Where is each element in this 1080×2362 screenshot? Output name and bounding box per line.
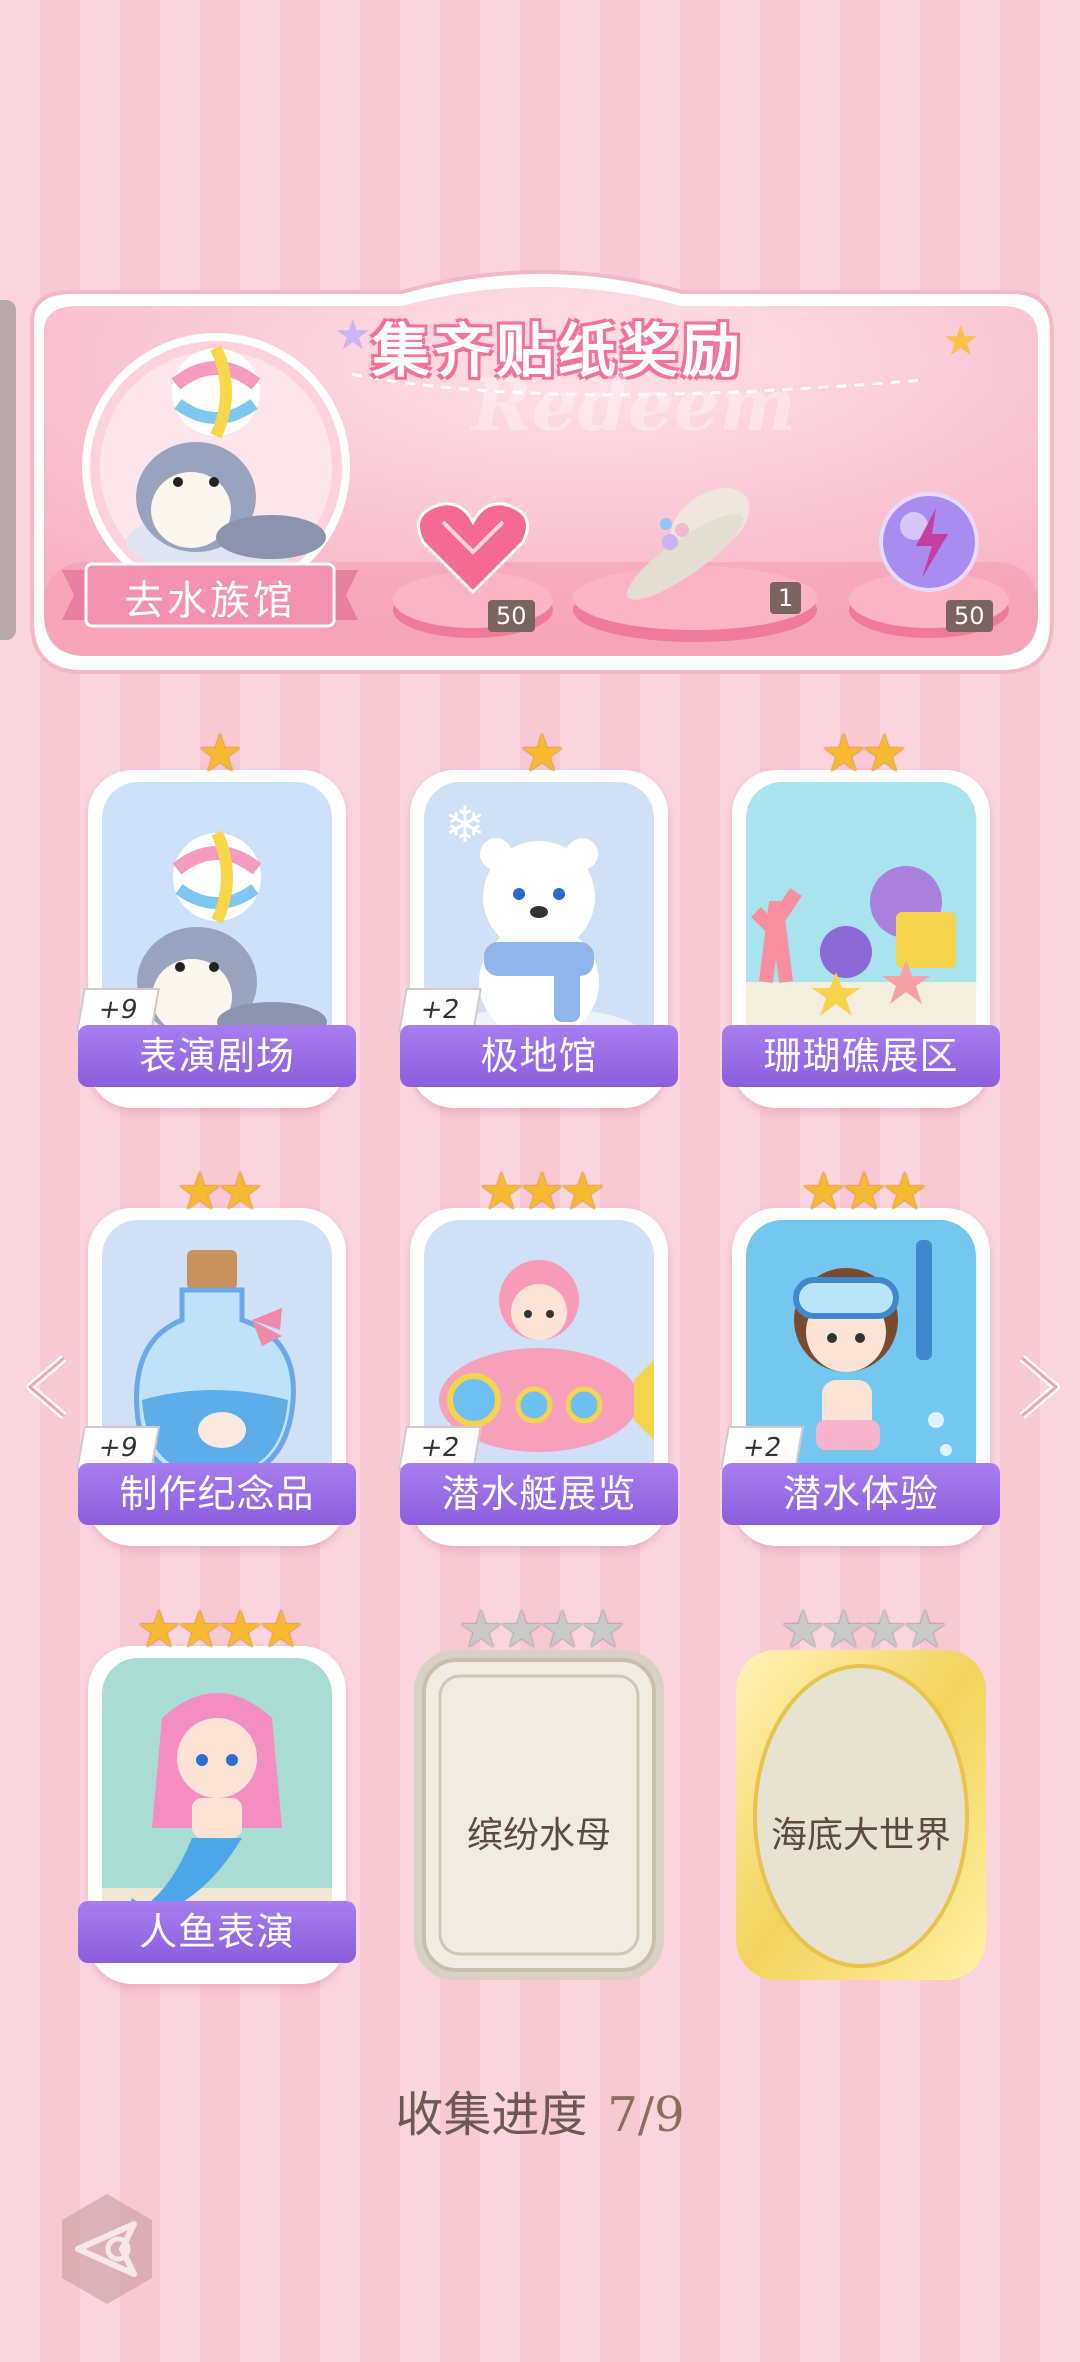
star-rating: ★ xyxy=(88,728,346,780)
star-rating: ★★★★ xyxy=(88,1604,346,1656)
star-icon: ★ xyxy=(861,724,908,784)
side-drawer-tab[interactable] xyxy=(0,300,16,640)
aquarium-button-label: 去水族馆 xyxy=(124,578,296,624)
sticker-card-performance-theater[interactable]: +9 表演剧场 ★ xyxy=(76,728,356,1110)
star-icon: ★ xyxy=(176,1162,223,1222)
star-icon: ★ xyxy=(217,1162,264,1222)
star-icon: ★ xyxy=(559,1162,606,1222)
star-icon: ★ xyxy=(800,1162,847,1222)
star-icon: ★ xyxy=(478,1162,525,1222)
star-icon: ★ xyxy=(257,1600,305,1660)
purple-star-icon: ★ xyxy=(334,310,372,359)
star-rating: ★ xyxy=(410,728,668,780)
card-label: 制作纪念品 xyxy=(78,1463,356,1525)
star-rating: ★★★★ xyxy=(410,1604,668,1656)
reward-count: 50 xyxy=(946,600,993,632)
reward-item[interactable]: 1 xyxy=(570,442,820,642)
star-icon: ★ xyxy=(217,1600,264,1660)
previous-page-arrow-icon[interactable] xyxy=(22,1352,72,1422)
star-rating: ★★★ xyxy=(410,1166,668,1218)
progress-value: 7/9 xyxy=(607,2087,685,2143)
sticker-card-make-souvenir[interactable]: +9 制作纪念品 ★★ xyxy=(76,1166,356,1548)
star-icon: ★ xyxy=(135,1600,183,1660)
empty-star-icon: ★ xyxy=(579,1600,627,1660)
star-rating: ★★★★ xyxy=(732,1604,990,1656)
reward-item[interactable]: 50 xyxy=(388,482,558,642)
coral-reef-icon xyxy=(746,782,976,1062)
empty-star-icon: ★ xyxy=(861,1600,908,1660)
empty-star-icon: ★ xyxy=(779,1600,827,1660)
locked-card-colorful-jellyfish[interactable]: 缤纷水母 ★★★★ xyxy=(410,1604,668,1986)
sticker-card-submarine-exhibit[interactable]: +2 潜水艇展览 ★★★ xyxy=(398,1166,678,1548)
star-icon: ★ xyxy=(518,1162,566,1222)
card-label: 潜水艇展览 xyxy=(400,1463,678,1525)
star-icon: ★ xyxy=(820,724,867,784)
star-icon: ★ xyxy=(176,1600,223,1660)
back-button-icon[interactable] xyxy=(48,2190,166,2308)
card-label: 表演剧场 xyxy=(78,1025,356,1087)
locked-card-undersea-world[interactable]: 海底大世界 ★★★★ xyxy=(732,1604,990,1986)
sticker-card-diving-experience[interactable]: +2 潜水体验 ★★★ xyxy=(720,1166,1000,1548)
star-icon: ★ xyxy=(196,724,244,784)
locked-card-label: 海底大世界 xyxy=(770,1815,951,1856)
sticker-card-polar-hall[interactable]: ❄ +2 极地馆 ★ xyxy=(398,728,678,1110)
gold-star-icon: ★ xyxy=(942,316,980,365)
empty-star-icon: ★ xyxy=(457,1600,505,1660)
star-icon: ★ xyxy=(881,1162,928,1222)
reward-item[interactable]: 50 xyxy=(844,472,1014,642)
star-rating: ★★ xyxy=(732,728,990,780)
sticker-card-mermaid-show[interactable]: 人鱼表演 ★★★★ xyxy=(78,1604,356,1986)
redeem-watermark: Redeem xyxy=(472,362,796,447)
star-icon: ★ xyxy=(840,1162,888,1222)
card-label: 珊瑚礁展区 xyxy=(722,1025,1000,1087)
svg-text:❄: ❄ xyxy=(444,796,486,854)
empty-star-icon: ★ xyxy=(539,1600,586,1660)
collection-progress: 收集进度 7/9 xyxy=(0,2075,1080,2145)
mermaid-icon xyxy=(102,1658,332,1938)
empty-star-icon: ★ xyxy=(901,1600,949,1660)
empty-star-icon: ★ xyxy=(498,1600,545,1660)
star-rating: ★★ xyxy=(88,1166,346,1218)
card-label: 人鱼表演 xyxy=(78,1901,356,1963)
sticker-card-coral-reef[interactable]: 珊瑚礁展区 ★★ xyxy=(722,728,1000,1110)
star-rating: ★★★ xyxy=(732,1166,990,1218)
locked-card-label: 缤纷水母 xyxy=(466,1815,611,1856)
sticker-reward-banner: 去水族馆 集齐贴纸奖励 Redeem ★ ★ 50 1 50 xyxy=(22,262,1058,682)
card-label: 潜水体验 xyxy=(722,1463,1000,1525)
next-page-arrow-icon[interactable] xyxy=(1014,1352,1064,1422)
go-to-aquarium-button[interactable]: 去水族馆 xyxy=(62,562,358,628)
progress-label: 收集进度 xyxy=(395,2087,588,2143)
reward-count: 1 xyxy=(770,582,802,614)
star-icon: ★ xyxy=(518,724,566,784)
empty-star-icon: ★ xyxy=(820,1600,867,1660)
card-label: 极地馆 xyxy=(400,1025,678,1087)
reward-count: 50 xyxy=(488,600,535,632)
